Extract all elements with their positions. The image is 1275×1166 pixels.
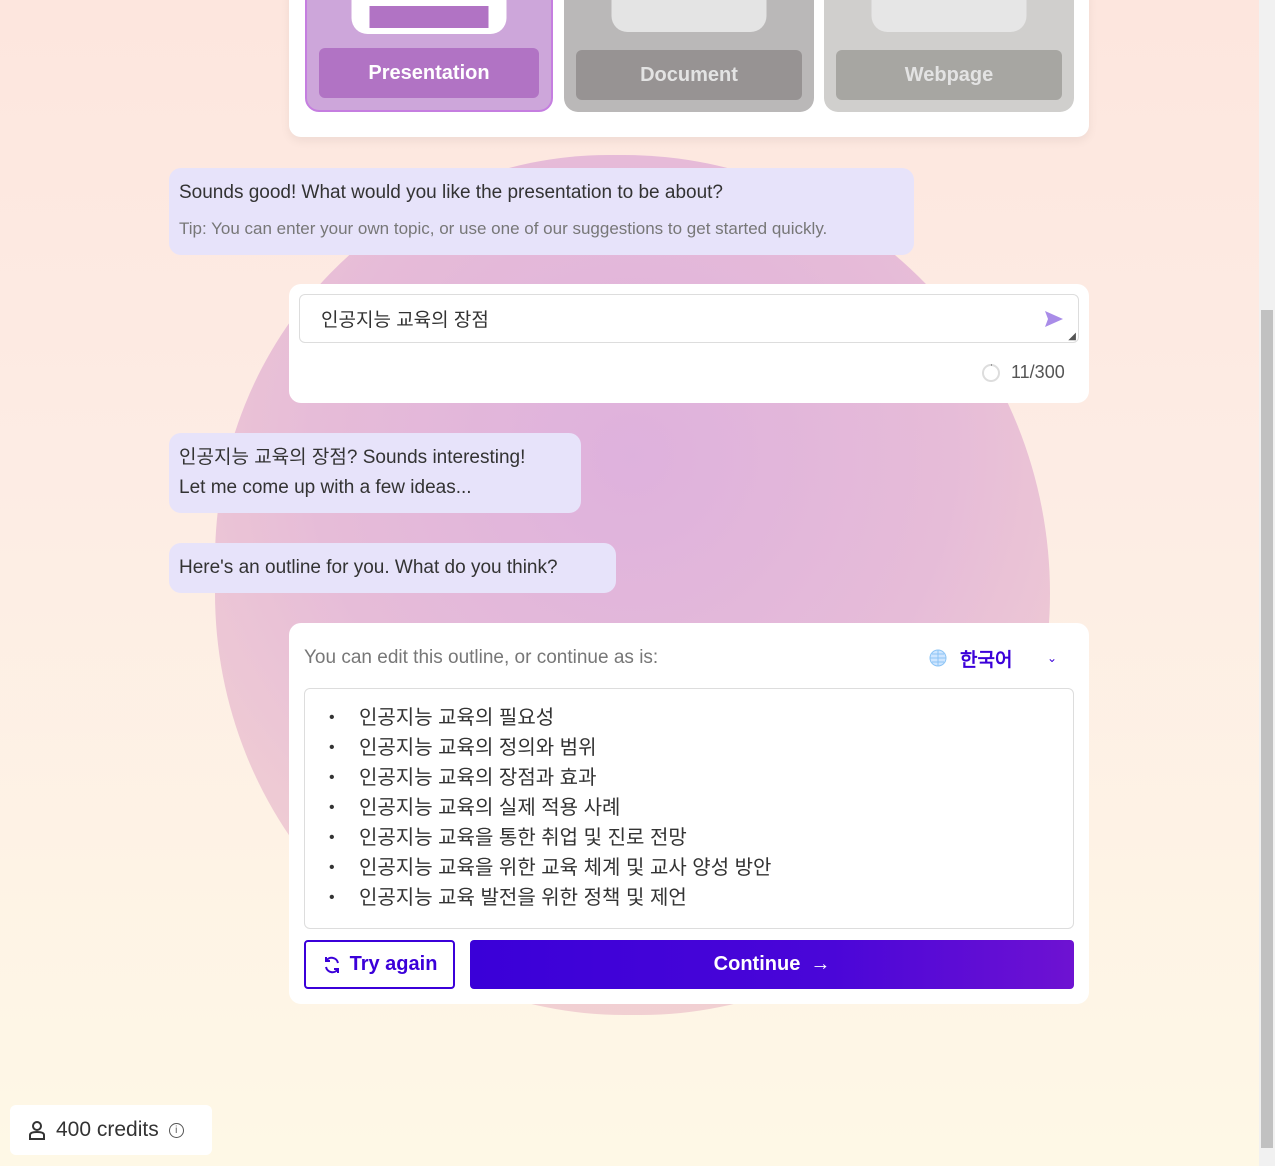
arrow-right-icon: → bbox=[810, 953, 831, 975]
tip-text: Tip: You can enter your own topic, or us… bbox=[179, 219, 828, 238]
outline-item[interactable]: 인공지능 교육을 통한 취업 및 진로 전망 bbox=[305, 823, 1073, 853]
resize-handle-icon[interactable]: ◢ bbox=[1068, 331, 1076, 342]
outline-item[interactable]: 인공지능 교육의 장점과 효과 bbox=[305, 763, 1073, 793]
credits-badge[interactable]: 400 credits i bbox=[10, 1105, 212, 1155]
assistant-message-reply: 인공지능 교육의 장점? Sounds interesting! Let me … bbox=[169, 433, 581, 513]
reply-line-1: 인공지능 교육의 장점? Sounds interesting! bbox=[179, 447, 526, 468]
try-again-button[interactable]: Try again bbox=[304, 940, 455, 989]
reply-line-2: Let me come up with a few ideas... bbox=[179, 477, 472, 498]
credits-label: 400 credits bbox=[56, 1118, 159, 1141]
info-icon[interactable]: i bbox=[168, 1122, 184, 1138]
webpage-label: Webpage bbox=[836, 50, 1062, 100]
outline-item[interactable]: 인공지능 교육 발전을 위한 정책 및 제언 bbox=[305, 883, 1073, 913]
outline-editor[interactable]: 인공지능 교육의 필요성인공지능 교육의 정의와 범위인공지능 교육의 장점과 … bbox=[304, 688, 1074, 929]
globe-icon bbox=[929, 649, 947, 667]
outline-item[interactable]: 인공지능 교육을 위한 교육 체계 및 교사 양성 방안 bbox=[305, 853, 1073, 883]
message-text: Sounds good! What would you like the pre… bbox=[179, 182, 723, 203]
assistant-message-topic: Sounds good! What would you like the pre… bbox=[169, 168, 914, 255]
progress-ring-icon bbox=[982, 363, 1000, 382]
outline-header: You can edit this outline, or continue a… bbox=[304, 647, 659, 668]
topic-input-card: 인공지능 교육의 장점 ◢ 11/300 bbox=[289, 284, 1089, 403]
topic-input-value: 인공지능 교육의 장점 bbox=[321, 310, 489, 331]
format-picker: Presentation Document Webpage bbox=[289, 0, 1089, 137]
outline-item[interactable]: 인공지능 교육의 필요성 bbox=[305, 703, 1073, 733]
char-counter: 11/300 bbox=[1011, 362, 1065, 382]
outline-item[interactable]: 인공지능 교육의 실제 적용 사례 bbox=[305, 793, 1073, 823]
chevron-down-icon: ⌄ bbox=[1046, 651, 1057, 665]
language-value: 한국어 bbox=[960, 649, 1013, 671]
document-label: Document bbox=[576, 50, 802, 100]
scrollbar[interactable] bbox=[1259, 0, 1275, 1166]
format-option-webpage[interactable]: Webpage bbox=[824, 0, 1074, 112]
continue-label: Continue bbox=[713, 953, 801, 975]
outline-card: You can edit this outline, or continue a… bbox=[289, 623, 1089, 1004]
scrollbar-thumb[interactable] bbox=[1261, 310, 1273, 1148]
send-icon[interactable] bbox=[1044, 310, 1064, 328]
continue-button[interactable]: Continue → bbox=[470, 940, 1074, 989]
presentation-label: Presentation bbox=[319, 48, 539, 98]
outline-item[interactable]: 인공지능 교육의 정의와 범위 bbox=[305, 733, 1073, 763]
outline-intro-text: Here's an outline for you. What do you t… bbox=[179, 557, 558, 578]
format-option-presentation[interactable]: Presentation bbox=[305, 0, 553, 112]
user-icon bbox=[29, 1121, 45, 1140]
assistant-message-outline: Here's an outline for you. What do you t… bbox=[169, 543, 616, 593]
refresh-icon bbox=[324, 956, 339, 973]
topic-input[interactable]: 인공지능 교육의 장점 ◢ bbox=[299, 294, 1079, 343]
try-again-label: Try again bbox=[349, 953, 438, 975]
format-option-document[interactable]: Document bbox=[564, 0, 814, 112]
language-select[interactable]: 한국어 ⌄ bbox=[929, 643, 1069, 673]
